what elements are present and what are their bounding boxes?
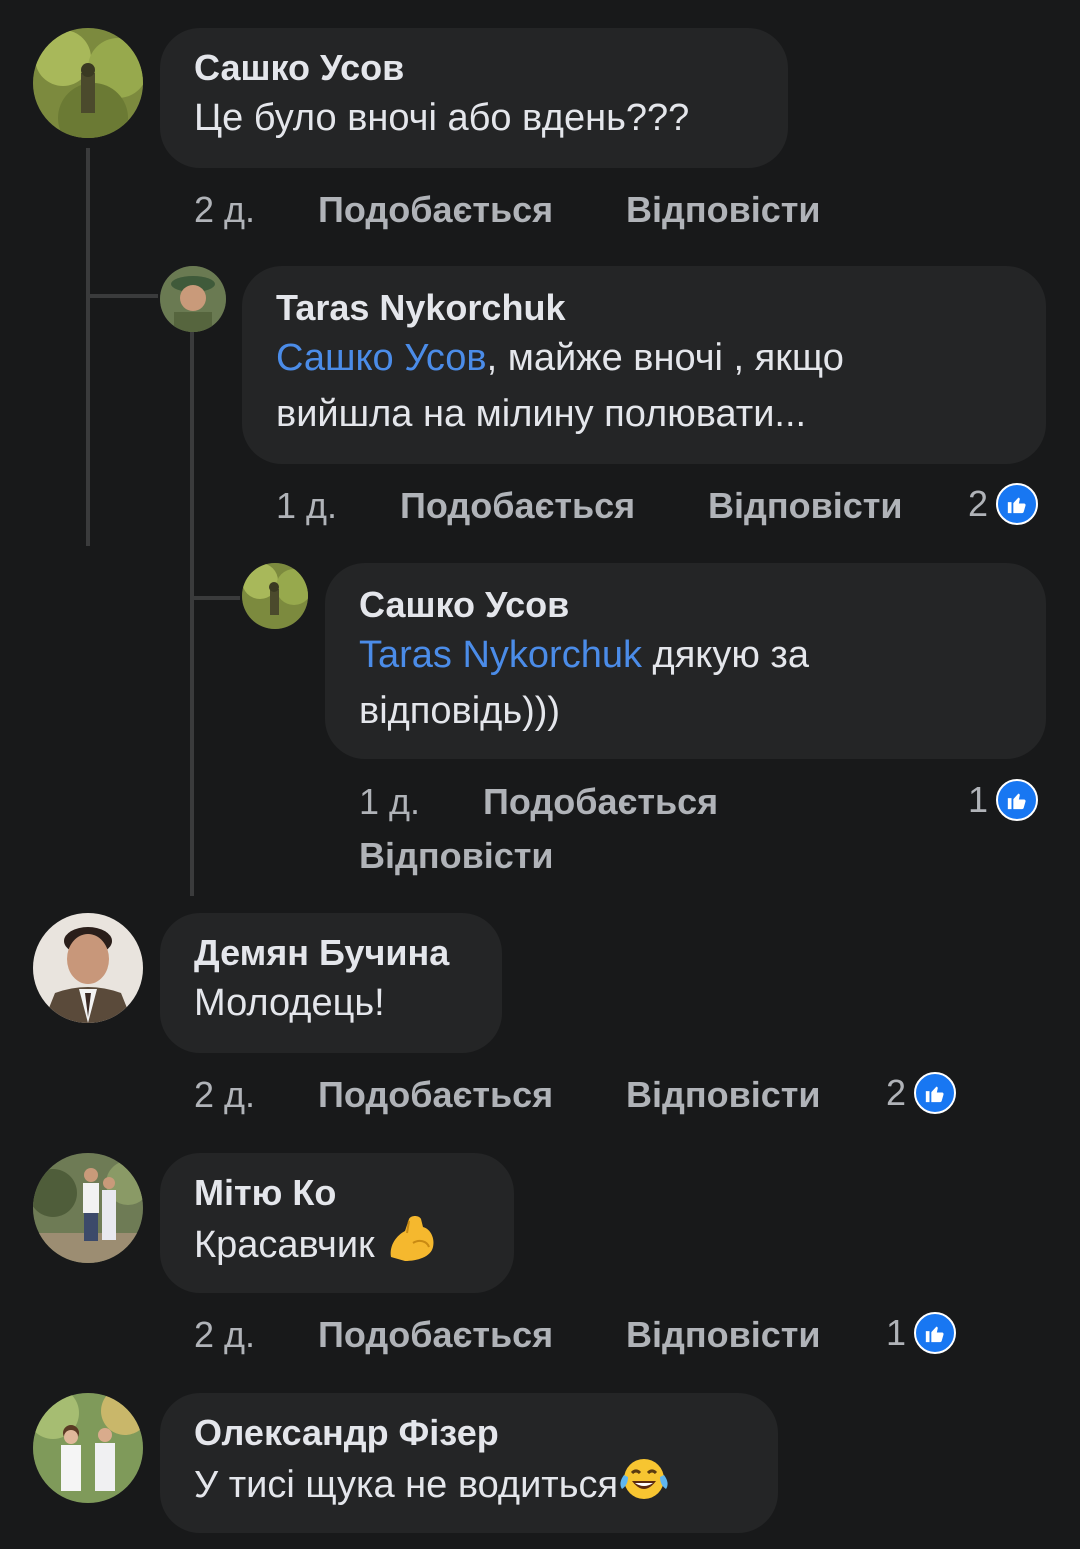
comment-text-part: , майже вночі , якщо xyxy=(486,337,844,379)
comment-bubble: Олександр Фізер У тисі щука не водиться xyxy=(160,1393,778,1533)
reaction-count-value: 2 xyxy=(886,1072,907,1113)
like-action[interactable]: Подобається xyxy=(318,1073,553,1117)
avatar[interactable] xyxy=(33,913,143,1023)
tears-of-joy-emoji xyxy=(618,1455,670,1519)
reply-action[interactable]: Відповісти xyxy=(708,484,903,528)
avatar[interactable] xyxy=(33,1393,143,1503)
reaction-count[interactable]: 2 xyxy=(886,1071,957,1115)
comment-time[interactable]: 2 д. xyxy=(194,1313,255,1357)
comment-text: У тисі щука не водиться xyxy=(194,1455,744,1519)
like-icon xyxy=(996,779,1039,821)
reply-action[interactable]: Відповісти xyxy=(626,1313,821,1357)
comment-bubble: Сашко Усов Це було вночі або вдень??? xyxy=(160,28,788,168)
thread-connector xyxy=(86,294,158,298)
comment-text: Красавчик xyxy=(194,1215,480,1279)
reaction-count-value: 2 xyxy=(968,483,989,524)
comment-text-part: дякую за xyxy=(641,634,809,676)
reaction-count[interactable]: 1 xyxy=(886,1311,957,1355)
comment-bubble: Taras Nykorchuk Сашко Усов, майже вночі … xyxy=(242,266,1046,464)
comment-author[interactable]: Taras Nykorchuk xyxy=(276,286,1012,330)
comment-text: Це було вночі або вдень??? xyxy=(194,97,690,139)
like-action[interactable]: Подобається xyxy=(318,188,553,232)
avatar[interactable] xyxy=(33,28,143,138)
like-action[interactable]: Подобається xyxy=(483,780,718,824)
comment-author[interactable]: Олександр Фізер xyxy=(194,1411,744,1455)
comment-meta: 1 д. Подобається Відповісти xyxy=(359,780,859,880)
comment-author[interactable]: Мітю Ко xyxy=(194,1171,480,1215)
avatar[interactable] xyxy=(33,1153,143,1263)
comment-text: Сашко Усов, майже вночі , якщо вийшла на… xyxy=(276,330,1012,442)
thread-line xyxy=(190,330,194,896)
like-action[interactable]: Подобається xyxy=(318,1313,553,1357)
reply-action[interactable]: Відповісти xyxy=(626,188,821,232)
reaction-count-value: 1 xyxy=(968,779,989,820)
comment-time[interactable]: 1 д. xyxy=(359,780,420,824)
flexed-biceps-emoji xyxy=(385,1215,437,1279)
reply-action[interactable]: Відповісти xyxy=(359,834,554,878)
comment-time[interactable]: 2 д. xyxy=(194,1073,255,1117)
reaction-count[interactable]: 2 xyxy=(968,482,1039,526)
comment-text: Taras Nykorchuk дякую за відповідь))) xyxy=(359,627,1012,739)
thread-connector xyxy=(190,596,240,600)
comment-time[interactable]: 2 д. xyxy=(194,188,255,232)
reaction-count-value: 1 xyxy=(886,1312,907,1353)
comment-bubble: Мітю Ко Красавчик xyxy=(160,1153,514,1293)
like-icon xyxy=(914,1312,957,1354)
comment-bubble: Сашко Усов Taras Nykorchuk дякую за відп… xyxy=(325,563,1046,759)
comments-section: Сашко Усов Це було вночі або вдень??? 2 … xyxy=(0,0,1080,1549)
avatar[interactable] xyxy=(160,266,226,332)
comment-text-part: відповідь))) xyxy=(359,690,561,732)
comment-bubble: Демян Бучина Молодець! xyxy=(160,913,502,1053)
mention-link[interactable]: Сашко Усов xyxy=(276,337,487,379)
avatar[interactable] xyxy=(242,563,308,629)
like-action[interactable]: Подобається xyxy=(400,484,635,528)
comment-text: Молодець! xyxy=(194,982,385,1024)
like-icon xyxy=(914,1072,957,1114)
like-icon xyxy=(996,483,1039,525)
comment-author[interactable]: Демян Бучина xyxy=(194,931,468,975)
comment-time[interactable]: 1 д. xyxy=(276,484,337,528)
comment-text-part: У тисі щука не водиться xyxy=(194,1464,619,1507)
mention-link[interactable]: Taras Nykorchuk xyxy=(359,634,642,676)
comment-author[interactable]: Сашко Усов xyxy=(359,583,1012,627)
reply-action[interactable]: Відповісти xyxy=(626,1073,821,1117)
comment-text-part: Красавчик xyxy=(194,1224,386,1267)
comment-text-part: вийшла на мілину полювати... xyxy=(276,393,807,435)
comment-author[interactable]: Сашко Усов xyxy=(194,46,754,90)
reaction-count[interactable]: 1 xyxy=(968,778,1039,822)
thread-line xyxy=(86,148,90,546)
